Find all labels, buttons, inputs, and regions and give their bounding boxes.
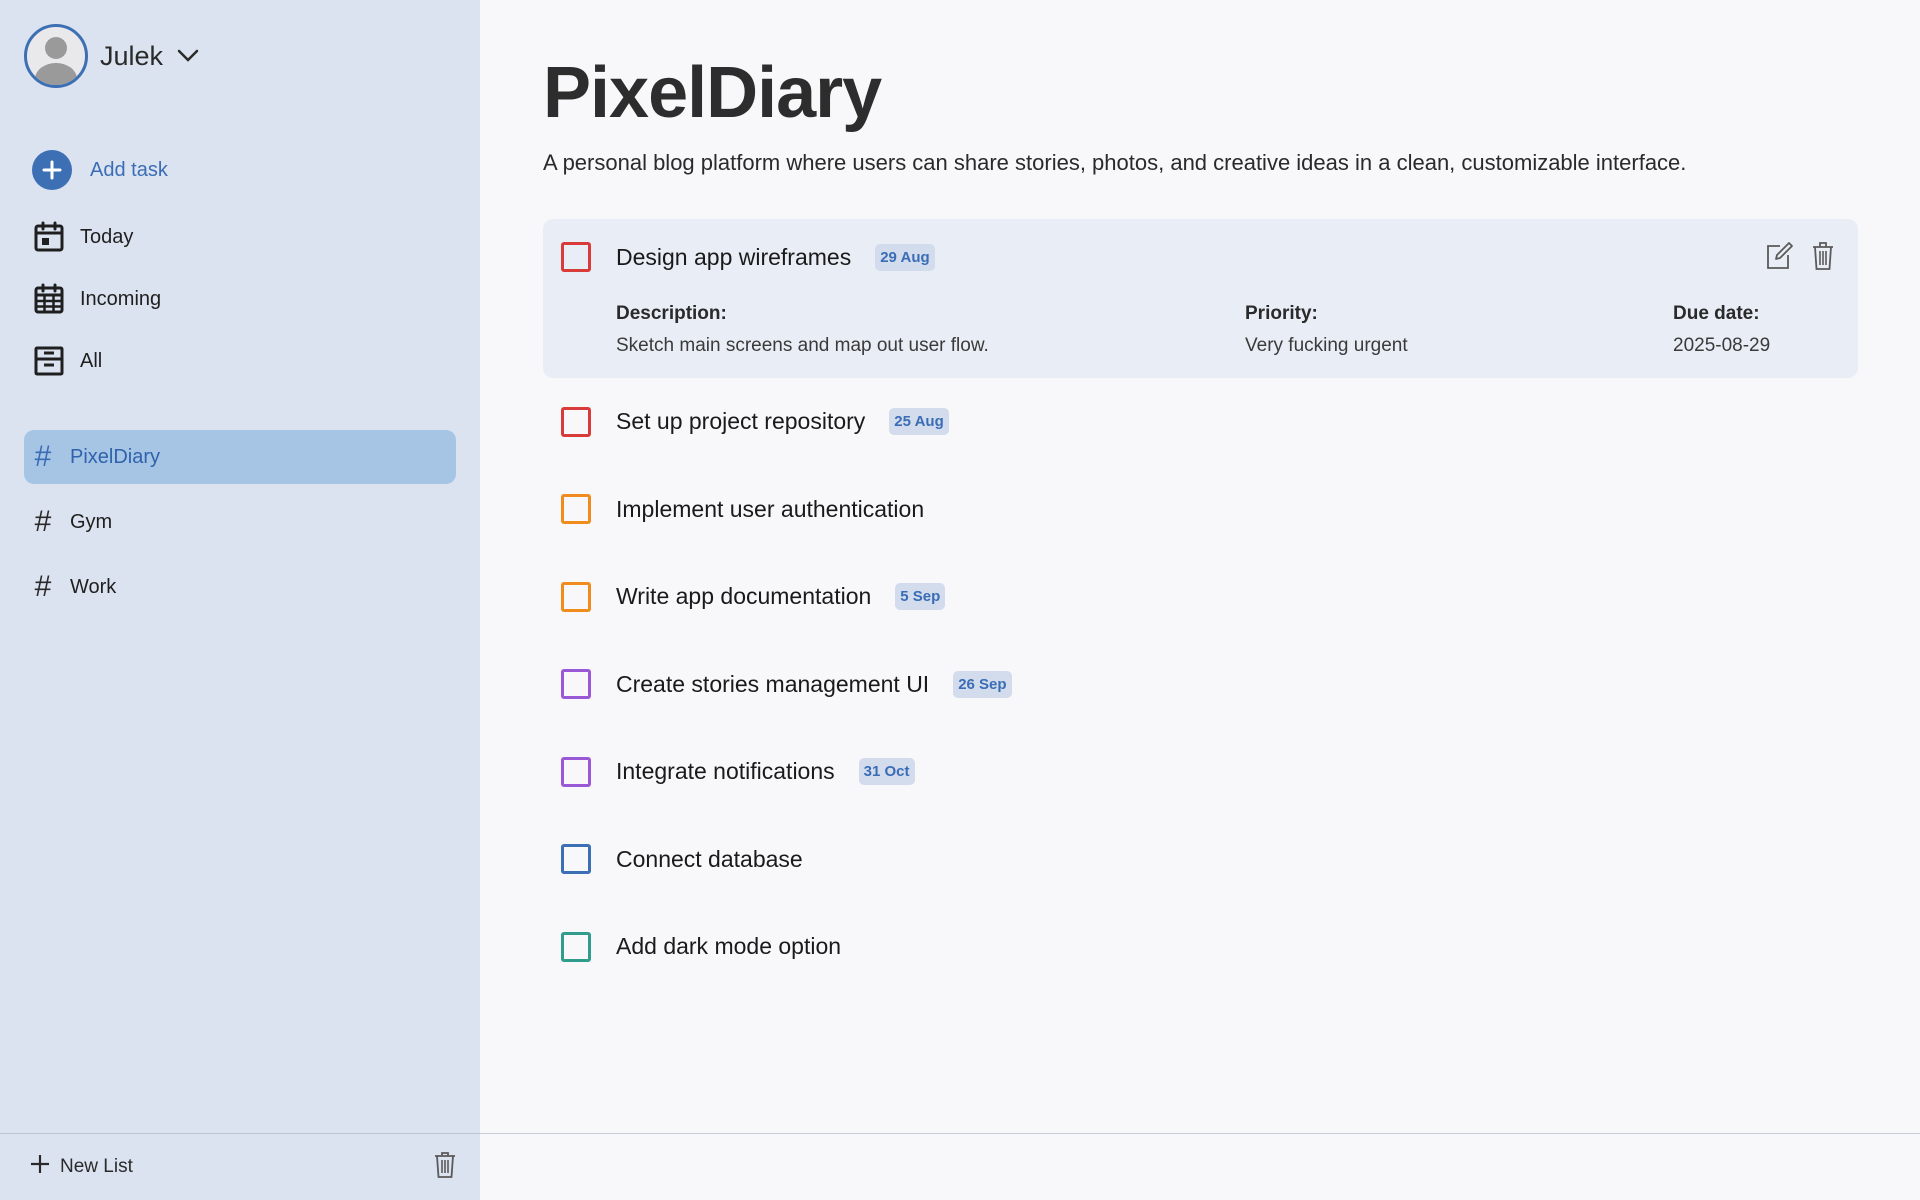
task-checkbox[interactable] xyxy=(561,669,591,700)
sidebar-footer: New List xyxy=(0,1133,480,1200)
user-name: Julek xyxy=(100,40,164,71)
priority-value: Very fucking urgent xyxy=(1245,335,1408,356)
add-task-label: Add task xyxy=(90,158,168,181)
calendar-today-icon xyxy=(32,220,66,254)
task-title-row: Set up project repository 25 Aug xyxy=(616,408,949,436)
nav-item-incoming[interactable]: Incoming xyxy=(32,268,452,330)
task-checkbox[interactable] xyxy=(561,242,591,272)
due-badge: 5 Sep xyxy=(895,583,946,611)
description-value: Sketch main screens and map out user flo… xyxy=(616,335,989,356)
task-title-row: Design app wireframes 29 Aug xyxy=(616,243,935,271)
task-title: Design app wireframes xyxy=(616,243,852,270)
task-title-row: Connect database xyxy=(616,846,803,873)
task-item[interactable]: Implement user authentication xyxy=(543,466,1858,554)
list-item-label: Gym xyxy=(70,510,113,533)
task-title: Connect database xyxy=(616,845,803,872)
nav-item-label: Incoming xyxy=(80,287,162,310)
calendar-grid-icon xyxy=(32,282,66,316)
task-checkbox[interactable] xyxy=(561,756,591,787)
hash-icon: # xyxy=(34,505,52,538)
due-date-value: 2025-08-29 xyxy=(1673,335,1771,356)
task-title: Create stories management UI xyxy=(616,670,930,697)
task-row: Design app wireframes 29 Aug xyxy=(543,219,1858,295)
task-title: Add dark mode option xyxy=(616,933,842,960)
task-item[interactable]: Connect database xyxy=(543,816,1858,904)
description-block: Description: Sketch main screens and map… xyxy=(616,303,989,357)
task-title: Implement user authentication xyxy=(616,495,925,522)
user-menu[interactable]: Julek xyxy=(24,24,199,88)
list-item-label: PixelDiary xyxy=(70,445,161,468)
trash-icon[interactable] xyxy=(434,1151,456,1184)
hash-icon: # xyxy=(34,570,52,603)
due-badge: 29 Aug xyxy=(875,243,935,271)
avatar xyxy=(24,24,88,88)
list-item-gym[interactable]: # Gym xyxy=(24,495,456,549)
due-badge: 25 Aug xyxy=(889,408,949,436)
archive-icon xyxy=(32,344,66,378)
task-checkbox[interactable] xyxy=(561,931,591,962)
task-item[interactable]: Integrate notifications 31 Oct xyxy=(543,728,1858,816)
trash-icon[interactable] xyxy=(1812,241,1834,276)
task-title: Integrate notifications xyxy=(616,758,835,785)
task-title-row: Write app documentation 5 Sep xyxy=(616,583,946,611)
task-item[interactable]: Create stories management UI 26 Sep xyxy=(543,641,1858,729)
due-badge: 31 Oct xyxy=(858,758,915,786)
page-title: PixelDiary xyxy=(543,53,882,133)
task-title-row: Add dark mode option xyxy=(616,933,841,960)
plus-icon xyxy=(30,1154,50,1180)
nav-item-label: Today xyxy=(80,225,134,248)
due-date-label: Due date: xyxy=(1673,303,1760,324)
task-title-row: Create stories management UI 26 Sep xyxy=(616,670,1012,698)
project-description: A personal blog platform where users can… xyxy=(543,150,1687,175)
main-nav: Add task Today Incoming All xyxy=(32,142,452,392)
edit-icon[interactable] xyxy=(1764,241,1794,276)
chevron-down-icon xyxy=(177,49,199,68)
new-list-label: New List xyxy=(60,1156,133,1177)
task-title-row: Implement user authentication xyxy=(616,496,924,523)
new-list-button[interactable]: New List xyxy=(30,1154,133,1180)
sidebar: Julek Add task Today Incoming All # Pixe… xyxy=(0,0,480,1200)
task-item[interactable]: Write app documentation 5 Sep xyxy=(543,553,1858,641)
task-item-expanded[interactable]: Design app wireframes 29 Aug Description… xyxy=(543,219,1858,378)
priority-label: Priority: xyxy=(1245,303,1318,324)
task-actions xyxy=(1764,241,1834,276)
task-item[interactable]: Set up project repository 25 Aug xyxy=(543,378,1858,466)
task-list: Design app wireframes 29 Aug Description… xyxy=(543,219,1858,991)
due-badge: 26 Sep xyxy=(953,670,1012,698)
task-checkbox[interactable] xyxy=(561,494,591,525)
description-label: Description: xyxy=(616,303,727,324)
nav-item-label: All xyxy=(80,349,103,372)
task-title: Write app documentation xyxy=(616,583,872,610)
add-task-button[interactable]: Add task xyxy=(32,142,452,198)
plus-icon xyxy=(32,150,72,190)
task-checkbox[interactable] xyxy=(561,406,591,437)
list-item-work[interactable]: # Work xyxy=(24,560,456,614)
list-item-label: Work xyxy=(70,575,117,598)
priority-block: Priority: Very fucking urgent xyxy=(1245,303,1408,357)
nav-item-all[interactable]: All xyxy=(32,330,452,392)
project-lists: # PixelDiary # Gym # Work xyxy=(24,430,456,625)
task-checkbox[interactable] xyxy=(561,581,591,612)
divider xyxy=(480,1133,1920,1134)
task-title-row: Integrate notifications 31 Oct xyxy=(616,758,915,786)
due-date-block: Due date: 2025-08-29 xyxy=(1673,303,1770,357)
task-title: Set up project repository xyxy=(616,408,866,435)
task-checkbox[interactable] xyxy=(561,844,591,875)
hash-icon: # xyxy=(34,440,52,473)
list-item-pixeldiary[interactable]: # PixelDiary xyxy=(24,430,456,484)
task-details: Description: Sketch main screens and map… xyxy=(616,303,1836,363)
task-item[interactable]: Add dark mode option xyxy=(543,903,1858,991)
nav-item-today[interactable]: Today xyxy=(32,206,452,268)
